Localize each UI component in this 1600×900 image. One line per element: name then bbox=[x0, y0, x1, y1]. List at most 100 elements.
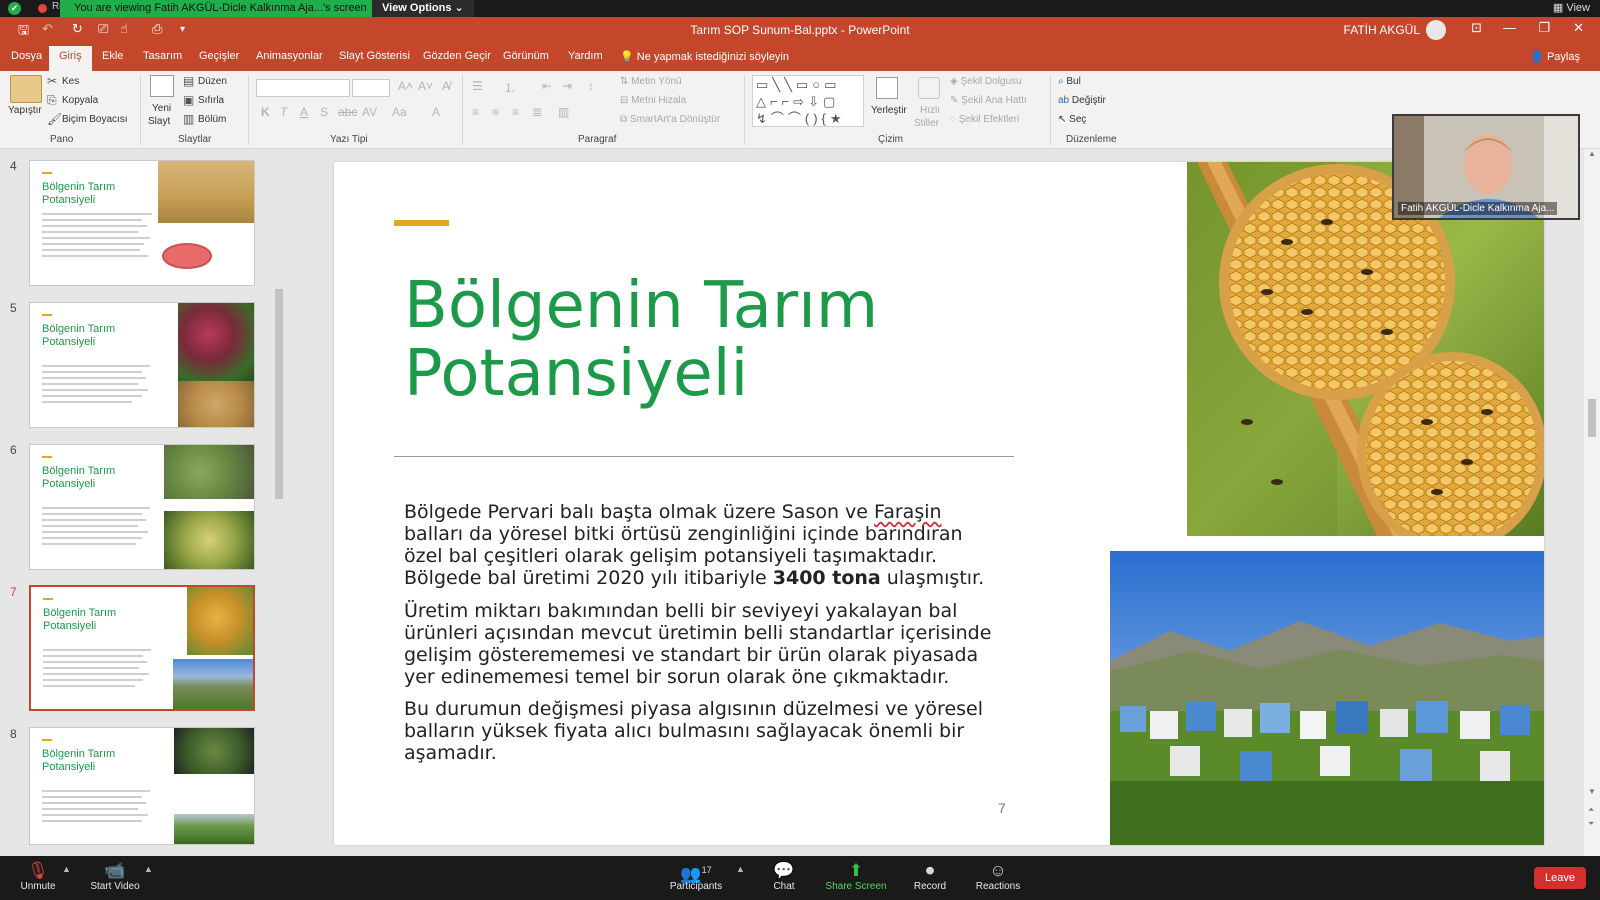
bold-icon[interactable]: K bbox=[261, 105, 270, 119]
chat-button[interactable]: 💬 Chat bbox=[762, 860, 806, 892]
align-center-icon[interactable]: ≡ bbox=[492, 105, 499, 119]
new-slide-button[interactable]: Yeni bbox=[152, 103, 171, 114]
slide-thumbnail-5[interactable]: Bölgenin Tarım Potansiyeli bbox=[29, 302, 255, 428]
view-options-button[interactable]: View Options ⌄ bbox=[372, 0, 474, 17]
tab-tasarim[interactable]: Tasarım bbox=[143, 50, 182, 62]
body-paragraph-2[interactable]: Üretim miktarı bakımından belli bir sevi… bbox=[404, 600, 1004, 688]
close-icon[interactable]: ✕ bbox=[1573, 20, 1584, 36]
align-left-icon[interactable]: ≡ bbox=[472, 105, 479, 119]
avatar[interactable] bbox=[1426, 20, 1446, 40]
reactions-button[interactable]: ☺ Reactions bbox=[970, 860, 1026, 892]
scroll-up-icon[interactable]: ▲ bbox=[1588, 149, 1596, 158]
strikethrough-icon[interactable]: abc bbox=[338, 105, 357, 119]
previous-slide-icon[interactable]: ⏶ bbox=[1588, 805, 1594, 815]
body-paragraph-1[interactable]: Bölgede Pervari balı başta olmak üzere S… bbox=[404, 501, 1004, 589]
tab-gozden-gecir[interactable]: Gözden Geçir bbox=[423, 50, 491, 62]
new-slide-icon[interactable] bbox=[150, 75, 174, 97]
next-slide-icon[interactable]: ⏷ bbox=[1588, 819, 1594, 829]
change-case-icon[interactable]: Aa bbox=[392, 105, 407, 119]
participants-button[interactable]: 👥17 Participants bbox=[666, 860, 726, 892]
reset-button[interactable]: Sıfırla bbox=[198, 95, 224, 106]
new-slide-button-2[interactable]: Slayt bbox=[148, 116, 170, 127]
align-right-icon[interactable]: ≡ bbox=[512, 105, 519, 119]
presenter-video[interactable]: Fatih AKGÜL-Dicle Kalkınma Aja... bbox=[1392, 114, 1580, 220]
minimize-icon[interactable]: — bbox=[1503, 20, 1516, 35]
font-name-combo[interactable] bbox=[256, 79, 350, 97]
shape-effects-button[interactable]: ◌ Şekil Efektleri bbox=[950, 114, 1019, 125]
thumbnails-scrollbar-thumb[interactable] bbox=[275, 289, 283, 499]
grow-font-icon[interactable]: A˄ bbox=[398, 79, 413, 93]
record-button[interactable]: ⏺ Record bbox=[908, 860, 952, 892]
beehives-landscape-image[interactable] bbox=[1110, 551, 1544, 845]
paste-button[interactable]: Yapıştır bbox=[8, 105, 42, 116]
select-button[interactable]: ↖ Seç bbox=[1058, 114, 1086, 125]
thumbnails-scrollbar[interactable] bbox=[273, 149, 284, 856]
start-video-button[interactable]: 📹 Start Video bbox=[88, 860, 142, 892]
italic-icon[interactable]: T bbox=[280, 105, 287, 119]
increase-indent-icon[interactable]: ⇥ bbox=[562, 79, 572, 93]
tab-animasyonlar[interactable]: Animasyonlar bbox=[256, 50, 323, 62]
layout-button[interactable]: Düzen bbox=[198, 76, 227, 87]
shadow-icon[interactable]: S bbox=[320, 105, 328, 119]
slide-canvas[interactable]: Bölgenin Tarım Potansiyeli Bölgede Perva… bbox=[334, 162, 1544, 845]
shapes-gallery[interactable]: ▭╲╲▭○▭ △⌐⌐⇨⇩▢ ↯⌒⌒(){★ bbox=[752, 75, 864, 127]
align-text-button[interactable]: ⊟ Metni Hizala bbox=[620, 95, 686, 106]
body-paragraph-3[interactable]: Bu durumun değişmesi piyasa algısının dü… bbox=[404, 698, 1004, 764]
shrink-font-icon[interactable]: A˅ bbox=[418, 79, 433, 93]
video-options-caret-icon[interactable]: ▲ bbox=[144, 864, 153, 874]
quick-styles-icon[interactable] bbox=[918, 77, 940, 99]
share-screen-button[interactable]: ⬆ Share Screen bbox=[824, 860, 888, 892]
cut-button[interactable]: Kes bbox=[62, 76, 79, 87]
copy-button[interactable]: Kopyala bbox=[62, 95, 98, 106]
underline-icon[interactable]: A bbox=[300, 105, 308, 119]
quick-styles-button[interactable]: Hızlı bbox=[920, 105, 940, 116]
audio-options-caret-icon[interactable]: ▲ bbox=[62, 864, 71, 874]
numbering-icon[interactable]: ⒈ bbox=[504, 79, 516, 96]
slide-thumbnail-6[interactable]: Bölgenin Tarım Potansiyeli bbox=[29, 444, 255, 570]
participants-caret-icon[interactable]: ▲ bbox=[736, 864, 745, 874]
shape-fill-button[interactable]: ◈ Şekil Dolgusu bbox=[950, 76, 1022, 87]
text-direction-button[interactable]: ⇅ Metin Yönü bbox=[620, 76, 682, 87]
format-painter-button[interactable]: Biçim Boyacısı bbox=[62, 114, 128, 125]
shape-outline-button[interactable]: ✎ Şekil Ana Hattı bbox=[950, 95, 1027, 106]
quick-styles-button-2[interactable]: Stiller bbox=[914, 118, 939, 129]
view-button[interactable]: ▦ View bbox=[1553, 0, 1590, 17]
smartart-button[interactable]: ⧉ SmartArt'a Dönüştür bbox=[620, 114, 720, 125]
ribbon-display-icon[interactable]: ⊡ bbox=[1471, 20, 1482, 36]
slide-scrollbar-thumb[interactable] bbox=[1588, 399, 1596, 437]
arrange-button[interactable]: Yerleştir bbox=[871, 105, 907, 116]
tab-gecisler[interactable]: Geçişler bbox=[199, 50, 239, 62]
arrange-icon[interactable] bbox=[876, 77, 898, 99]
find-button[interactable]: ⌕ Bul bbox=[1058, 76, 1081, 87]
spacing-icon[interactable]: AV bbox=[362, 105, 377, 119]
paste-icon[interactable] bbox=[10, 75, 42, 103]
scroll-down-icon[interactable]: ▼ bbox=[1588, 787, 1596, 796]
leave-button[interactable]: Leave bbox=[1534, 867, 1586, 889]
tab-slayt-gosterisi[interactable]: Slayt Gösterisi bbox=[339, 50, 410, 62]
font-color-icon[interactable]: A bbox=[432, 105, 440, 119]
slide-thumbnail-8[interactable]: Bölgenin Tarım Potansiyeli bbox=[29, 727, 255, 845]
tab-ekle[interactable]: Ekle bbox=[102, 50, 123, 62]
slide-title[interactable]: Bölgenin Tarım Potansiyeli bbox=[404, 272, 964, 408]
justify-icon[interactable]: ≣ bbox=[532, 105, 542, 119]
tab-giris[interactable]: Giriş bbox=[49, 46, 92, 71]
columns-icon[interactable]: ▥ bbox=[558, 105, 569, 119]
clear-format-icon[interactable]: A̸ bbox=[442, 79, 450, 93]
slide-thumbnail-4[interactable]: Bölgenin Tarım Potansiyeli bbox=[29, 160, 255, 286]
restore-icon[interactable]: ❐ bbox=[1538, 20, 1550, 36]
user-name[interactable]: FATİH AKGÜL bbox=[1344, 23, 1420, 37]
tab-yardim[interactable]: Yardım bbox=[568, 50, 603, 62]
section-button[interactable]: Bölüm bbox=[198, 114, 226, 125]
slide-scrollbar[interactable]: ▲ ▼ ⏶ ⏷ bbox=[1584, 149, 1600, 856]
tab-gorunum[interactable]: Görünüm bbox=[503, 50, 549, 62]
tell-me-search[interactable]: 💡 Ne yapmak istediğinizi söyleyin bbox=[620, 50, 789, 63]
bullets-icon[interactable]: ☰ bbox=[472, 79, 483, 93]
share-button[interactable]: 👤 Paylaş bbox=[1530, 50, 1580, 63]
replace-button[interactable]: ab Değiştir bbox=[1058, 95, 1106, 106]
unmute-button[interactable]: 🎙 Unmute bbox=[16, 860, 60, 892]
line-spacing-icon[interactable]: ↕ bbox=[588, 79, 594, 93]
tab-dosya[interactable]: Dosya bbox=[11, 50, 42, 62]
font-size-combo[interactable] bbox=[352, 79, 390, 97]
slide-thumbnail-7[interactable]: Bölgenin Tarım Potansiyeli bbox=[29, 585, 255, 711]
decrease-indent-icon[interactable]: ⇤ bbox=[542, 79, 552, 93]
